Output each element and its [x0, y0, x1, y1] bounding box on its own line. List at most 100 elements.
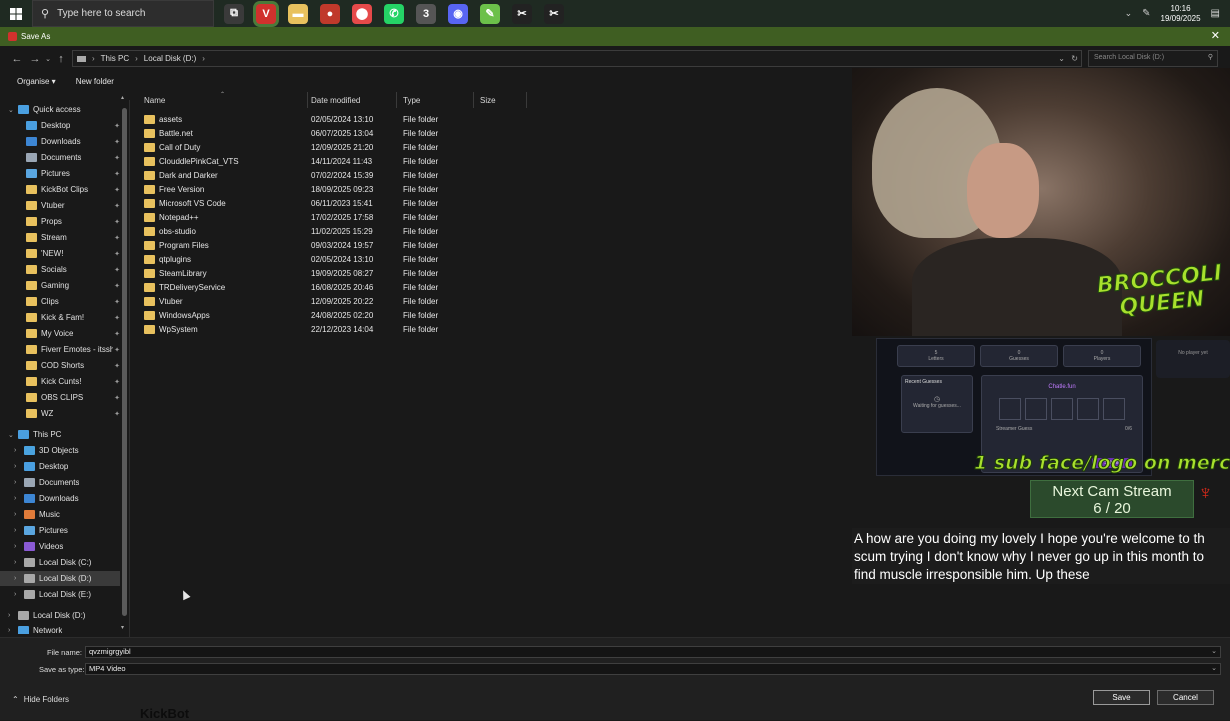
chevron-right-icon[interactable]: › — [14, 543, 24, 550]
sidebar-item-quick-access[interactable]: WZ ✦ — [0, 406, 120, 421]
pen-icon[interactable]: ✎ — [1142, 8, 1150, 19]
address-dropdown-icon[interactable]: ⌄ — [1058, 54, 1065, 63]
sidebar-scrollbar[interactable]: ▴ ▾ — [120, 95, 128, 631]
file-row[interactable]: Battle.net 06/07/2025 13:04 File folder — [138, 126, 538, 140]
maps-pin-icon[interactable]: ⬤ — [352, 3, 372, 24]
organise-button[interactable]: Organise ▾ — [17, 77, 56, 86]
sidebar-item-this-pc[interactable]: › Music — [0, 507, 120, 522]
sidebar-item-quick-access[interactable]: Props ✦ — [0, 214, 120, 229]
sidebar-item-quick-access[interactable]: Fiverr Emotes - itssha ✦ — [0, 342, 120, 357]
file-row[interactable]: obs-studio 11/02/2025 15:29 File folder — [138, 224, 538, 238]
file-row[interactable]: WindowsApps 24/08/2025 02:20 File folder — [138, 308, 538, 322]
sidebar-local-disk[interactable]: › Local Disk (D:) — [0, 608, 120, 623]
file-row[interactable]: TRDeliveryService 16/08/2025 20:46 File fo… — [138, 280, 538, 294]
sidebar-item-quick-access[interactable]: Kick Cunts! ✦ — [0, 374, 120, 389]
sidebar-item-quick-access[interactable]: Socials ✦ — [0, 262, 120, 277]
refresh-icon[interactable]: ↻ — [1071, 54, 1078, 63]
column-header-type[interactable]: Type — [397, 92, 474, 108]
chevron-right-icon[interactable]: › — [14, 591, 24, 598]
up-arrow-icon[interactable]: ↑ — [52, 53, 70, 65]
app-3-icon[interactable]: 3 — [416, 3, 436, 24]
sidebar-item-quick-access[interactable]: OBS CLIPS ✦ — [0, 390, 120, 405]
capcut-icon-2[interactable]: ✂ — [544, 3, 564, 24]
chevron-down-icon[interactable]: ⌄ — [8, 106, 18, 114]
sidebar-quick-access[interactable]: ⌄ Quick access — [0, 102, 120, 117]
breadcrumb-this-pc[interactable]: This PC — [101, 54, 129, 63]
file-row[interactable]: Microsoft VS Code 06/11/2023 15:41 File fo… — [138, 196, 538, 210]
scrollbar-thumb[interactable] — [122, 108, 127, 616]
chevron-up-icon[interactable]: ⌄ — [1125, 8, 1133, 19]
taskbar-search[interactable]: ⚲ Type here to search — [32, 0, 214, 27]
chevron-right-icon[interactable]: › — [8, 627, 18, 634]
chevron-down-icon[interactable]: ⌄ — [1211, 647, 1217, 657]
chevron-right-icon[interactable]: › — [14, 511, 24, 518]
sidebar-item-this-pc[interactable]: › Documents — [0, 475, 120, 490]
file-explorer-icon[interactable]: ▬ — [288, 3, 308, 24]
column-header-size[interactable]: Size — [474, 92, 527, 108]
sidebar-item-this-pc[interactable]: › 3D Objects — [0, 443, 120, 458]
sidebar-item-this-pc[interactable]: › Local Disk (E:) — [0, 587, 120, 602]
sidebar-item-this-pc[interactable]: › Videos — [0, 539, 120, 554]
sidebar-item-quick-access[interactable]: Pictures ✦ — [0, 166, 120, 181]
column-header-name[interactable]: Name ⌃ — [138, 92, 308, 108]
scroll-down-icon[interactable]: ▾ — [121, 624, 124, 631]
forward-arrow-icon[interactable]: → — [26, 53, 44, 65]
close-icon[interactable]: ✕ — [1211, 29, 1220, 42]
chevron-right-icon[interactable]: › — [14, 559, 24, 566]
capcut-icon[interactable]: ✂ — [512, 3, 532, 24]
file-row[interactable]: Dark and Darker 07/02/2024 15:39 File fold… — [138, 168, 538, 182]
chat-app-icon[interactable]: ◉ — [448, 3, 468, 24]
sidebar-item-this-pc[interactable]: › Local Disk (D:) — [0, 571, 120, 586]
file-name-input[interactable]: qvzmigrgyibl ⌄ — [85, 646, 1221, 658]
chevron-right-icon[interactable]: › — [14, 447, 24, 454]
sidebar-item-quick-access[interactable]: My Voice ✦ — [0, 326, 120, 341]
column-header-date[interactable]: Date modified — [305, 92, 397, 108]
notification-icon[interactable]: ▤ — [1211, 8, 1220, 19]
sidebar-item-this-pc[interactable]: › Downloads — [0, 491, 120, 506]
vivaldi-icon[interactable]: V — [256, 3, 276, 24]
chevron-right-icon[interactable]: › — [14, 575, 24, 582]
file-row[interactable]: assets 02/05/2024 13:10 File folder — [138, 112, 538, 126]
notepad-icon[interactable]: ✎ — [480, 3, 500, 24]
chevron-right-icon[interactable]: › — [14, 527, 24, 534]
sidebar-item-quick-access[interactable]: Desktop ✦ — [0, 118, 120, 133]
save-type-select[interactable]: MP4 Video ⌄ — [85, 663, 1221, 675]
sidebar-this-pc[interactable]: ⌄ This PC — [0, 427, 120, 442]
breadcrumb-local-disk[interactable]: Local Disk (D:) — [144, 54, 196, 63]
file-row[interactable]: Call of Duty 12/09/2025 21:20 File folder — [138, 140, 538, 154]
sidebar-item-this-pc[interactable]: › Desktop — [0, 459, 120, 474]
sidebar-item-quick-access[interactable]: Gaming ✦ — [0, 278, 120, 293]
task-view-icon[interactable]: ⧉ — [224, 3, 244, 24]
clock[interactable]: 10:16 19/09/2025 — [1161, 4, 1201, 24]
file-row[interactable]: SteamLibrary 19/09/2025 08:27 File folder — [138, 266, 538, 280]
sidebar-item-quick-access[interactable]: 'NEW! ✦ — [0, 246, 120, 261]
record-icon[interactable]: ● — [320, 3, 340, 24]
sidebar-item-quick-access[interactable]: Stream ✦ — [0, 230, 120, 245]
address-bar[interactable]: › This PC › Local Disk (D:) › ⌄ ↻ — [72, 50, 1082, 67]
sidebar-item-quick-access[interactable]: COD Shorts ✦ — [0, 358, 120, 373]
back-arrow-icon[interactable]: ← — [8, 53, 26, 65]
scroll-up-icon[interactable]: ▴ — [121, 94, 124, 101]
chevron-right-icon[interactable]: › — [8, 612, 18, 619]
sidebar-network[interactable]: › Network — [0, 626, 120, 634]
chevron-down-icon[interactable]: ⌄ — [1211, 664, 1217, 674]
file-row[interactable]: Vtuber 12/09/2025 20:22 File folder — [138, 294, 538, 308]
file-row[interactable]: WpSystem 22/12/2023 14:04 File folder — [138, 322, 538, 336]
file-row[interactable]: Program Files 09/03/2024 19:57 File folder — [138, 238, 538, 252]
sidebar-item-quick-access[interactable]: Vtuber ✦ — [0, 198, 120, 213]
chevron-right-icon[interactable]: › — [14, 495, 24, 502]
save-button[interactable]: Save — [1093, 690, 1150, 705]
start-button[interactable] — [0, 0, 32, 27]
sidebar-item-quick-access[interactable]: Kick & Fam! ✦ — [0, 310, 120, 325]
sidebar-item-this-pc[interactable]: › Local Disk (C:) — [0, 555, 120, 570]
chevron-down-icon[interactable]: ⌄ — [8, 431, 18, 439]
whatsapp-icon[interactable]: ✆ — [384, 3, 404, 24]
file-row[interactable]: Notepad++ 17/02/2025 17:58 File folder — [138, 210, 538, 224]
hide-folders-toggle[interactable]: ⌃ Hide Folders — [12, 695, 69, 704]
file-row[interactable]: Free Version 18/09/2025 09:23 File folder — [138, 182, 538, 196]
chevron-right-icon[interactable]: › — [14, 463, 24, 470]
file-row[interactable]: ClouddlePinkCat_VTS 14/11/2024 11:43 File … — [138, 154, 538, 168]
new-folder-button[interactable]: New folder — [76, 77, 114, 86]
sidebar-item-quick-access[interactable]: Clips ✦ — [0, 294, 120, 309]
chevron-right-icon[interactable]: › — [14, 479, 24, 486]
